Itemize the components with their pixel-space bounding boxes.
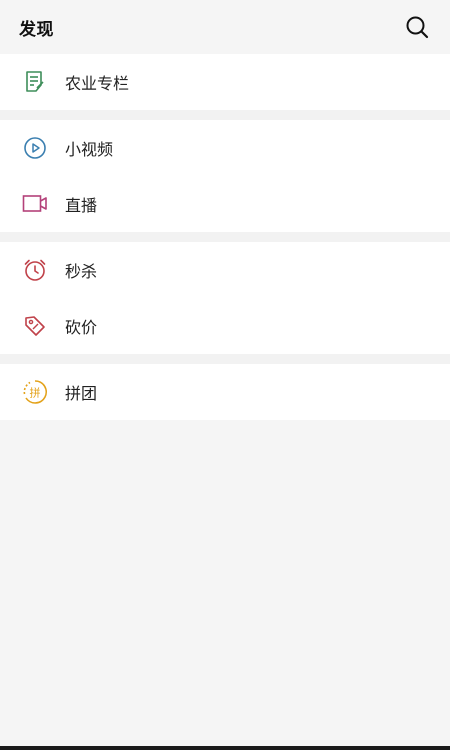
header-bar: 发现 xyxy=(0,0,450,54)
price-tag-icon xyxy=(22,313,48,339)
menu-item-label: 直播 xyxy=(65,196,98,215)
menu-group-column: 农业专栏 xyxy=(0,54,450,110)
menu-item-label: 砍价 xyxy=(65,318,98,337)
menu-item-label: 小视频 xyxy=(65,140,114,159)
section-divider xyxy=(0,232,450,242)
video-camera-icon xyxy=(22,191,48,217)
group-buy-icon-text: 拼 xyxy=(30,386,41,400)
search-button[interactable] xyxy=(402,12,432,42)
menu-item-group-buy[interactable]: 拼 拼团 xyxy=(0,364,450,420)
menu-item-short-video[interactable]: 小视频 xyxy=(0,120,450,176)
play-circle-icon xyxy=(22,135,48,161)
menu-item-label: 农业专栏 xyxy=(65,74,130,93)
article-icon xyxy=(22,69,48,95)
discover-screen: 发现 农业专栏 小视频 直播 秒杀 砍价 拼 拼团 xyxy=(0,0,450,750)
group-buy-icon: 拼 xyxy=(22,379,48,405)
menu-group-group-buy: 拼 拼团 xyxy=(0,364,450,420)
menu-item-agriculture-column[interactable]: 农业专栏 xyxy=(0,54,450,110)
section-divider xyxy=(0,110,450,120)
menu-item-flash-sale[interactable]: 秒杀 xyxy=(0,242,450,298)
section-divider xyxy=(0,354,450,364)
search-icon xyxy=(406,16,429,39)
alarm-clock-icon xyxy=(22,257,48,283)
page-title: 发现 xyxy=(19,19,54,40)
menu-group-media: 小视频 直播 xyxy=(0,120,450,232)
menu-item-label: 秒杀 xyxy=(65,262,98,281)
bottom-edge-bar xyxy=(0,746,450,750)
menu-item-bargain[interactable]: 砍价 xyxy=(0,298,450,354)
menu-item-label: 拼团 xyxy=(65,384,98,403)
menu-item-live[interactable]: 直播 xyxy=(0,176,450,232)
menu-group-deals: 秒杀 砍价 xyxy=(0,242,450,354)
